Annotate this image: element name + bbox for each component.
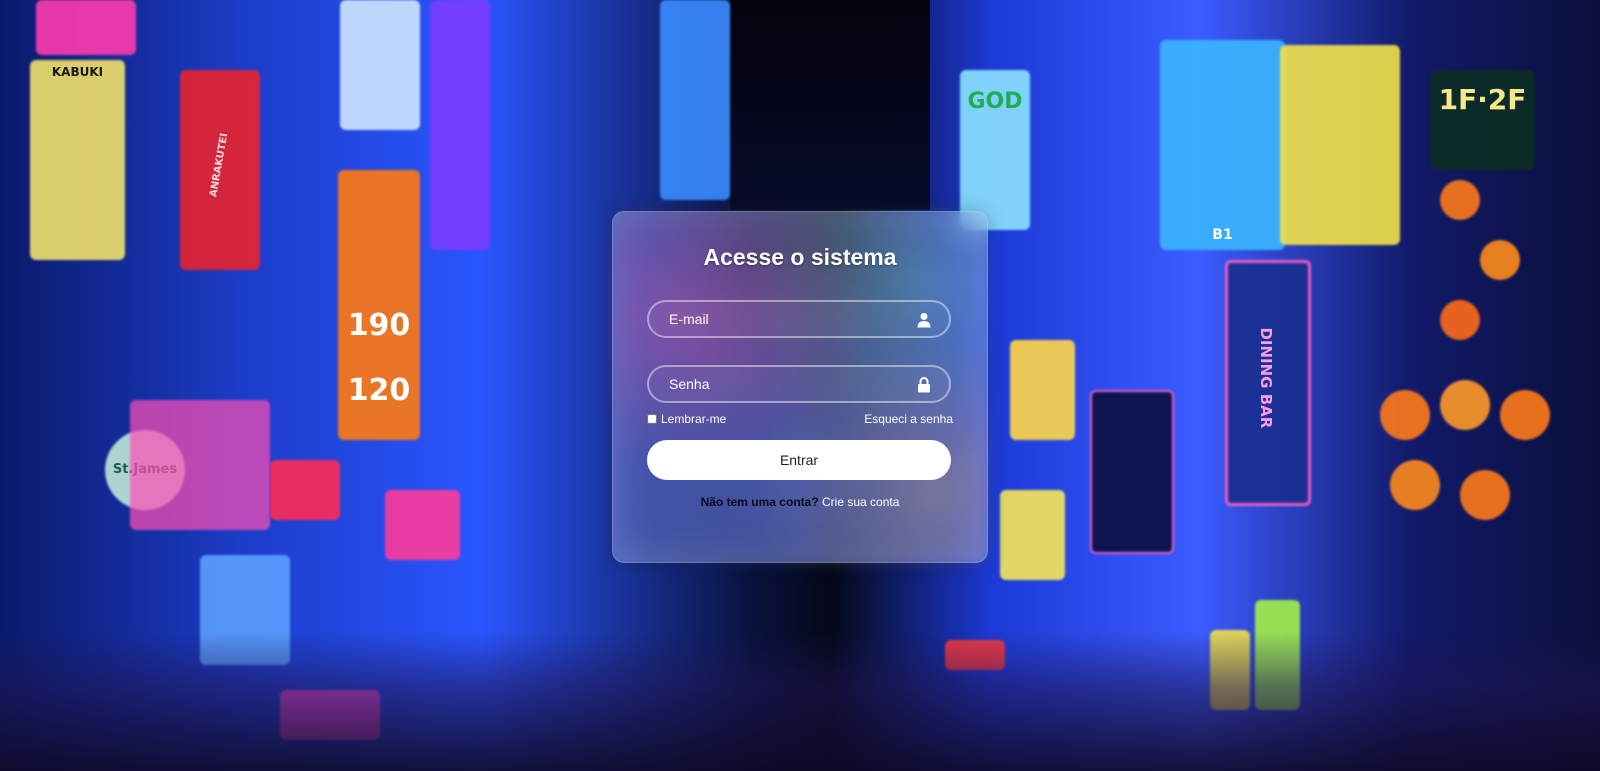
lantern <box>1500 390 1550 440</box>
neon-sign <box>1280 45 1400 245</box>
remember-me-label: Lembrar-me <box>661 412 727 426</box>
lantern <box>1380 390 1430 440</box>
neon-sign <box>385 490 460 560</box>
neon-sign <box>1090 390 1174 554</box>
neon-sign-text: 190 <box>347 308 411 343</box>
neon-sign-text: KABUKI <box>51 65 104 79</box>
email-field-wrapper <box>647 300 951 338</box>
neon-sign <box>1160 40 1285 250</box>
password-field[interactable] <box>649 367 949 401</box>
forgot-password-link[interactable]: Esqueci a senha <box>864 412 953 426</box>
password-field-wrapper <box>647 365 951 403</box>
neon-sign <box>130 400 270 530</box>
login-button[interactable]: Entrar <box>647 440 951 480</box>
neon-sign-text: B1 <box>1212 227 1233 243</box>
crowd <box>0 631 1600 771</box>
neon-sign <box>1000 490 1065 580</box>
neon-sign <box>30 60 125 260</box>
neon-sign <box>660 0 730 200</box>
neon-sign <box>36 0 136 55</box>
register-prompt: Não tem uma conta? Crie sua conta <box>613 495 987 509</box>
lantern <box>1440 380 1490 430</box>
lantern <box>1390 460 1440 510</box>
login-card: Acesse o sistema Lembrar-me Esqueci a se… <box>612 211 988 563</box>
remember-me[interactable]: Lembrar-me <box>647 412 726 426</box>
neon-sign-text: 120 <box>347 373 411 408</box>
neon-sign <box>270 460 340 520</box>
lantern <box>1480 240 1520 280</box>
night-sky <box>730 0 930 210</box>
neon-sign-text: 1F·2F <box>1438 83 1527 116</box>
neon-sign <box>340 0 420 130</box>
register-question: Não tem uma conta? <box>700 495 819 509</box>
remember-me-checkbox[interactable] <box>647 414 657 424</box>
lock-icon <box>918 377 930 393</box>
user-icon <box>917 313 931 328</box>
neon-sign-text: GOD <box>967 89 1023 114</box>
lantern <box>1460 470 1510 520</box>
neon-sign <box>430 0 490 250</box>
neon-sign-text: DINING BAR <box>1256 327 1275 429</box>
register-link[interactable]: Crie sua conta <box>822 495 899 509</box>
lantern <box>1440 300 1480 340</box>
neon-sign <box>1010 340 1075 440</box>
lantern <box>1440 180 1480 220</box>
email-field[interactable] <box>649 302 949 336</box>
page-title: Acesse o sistema <box>703 244 897 270</box>
